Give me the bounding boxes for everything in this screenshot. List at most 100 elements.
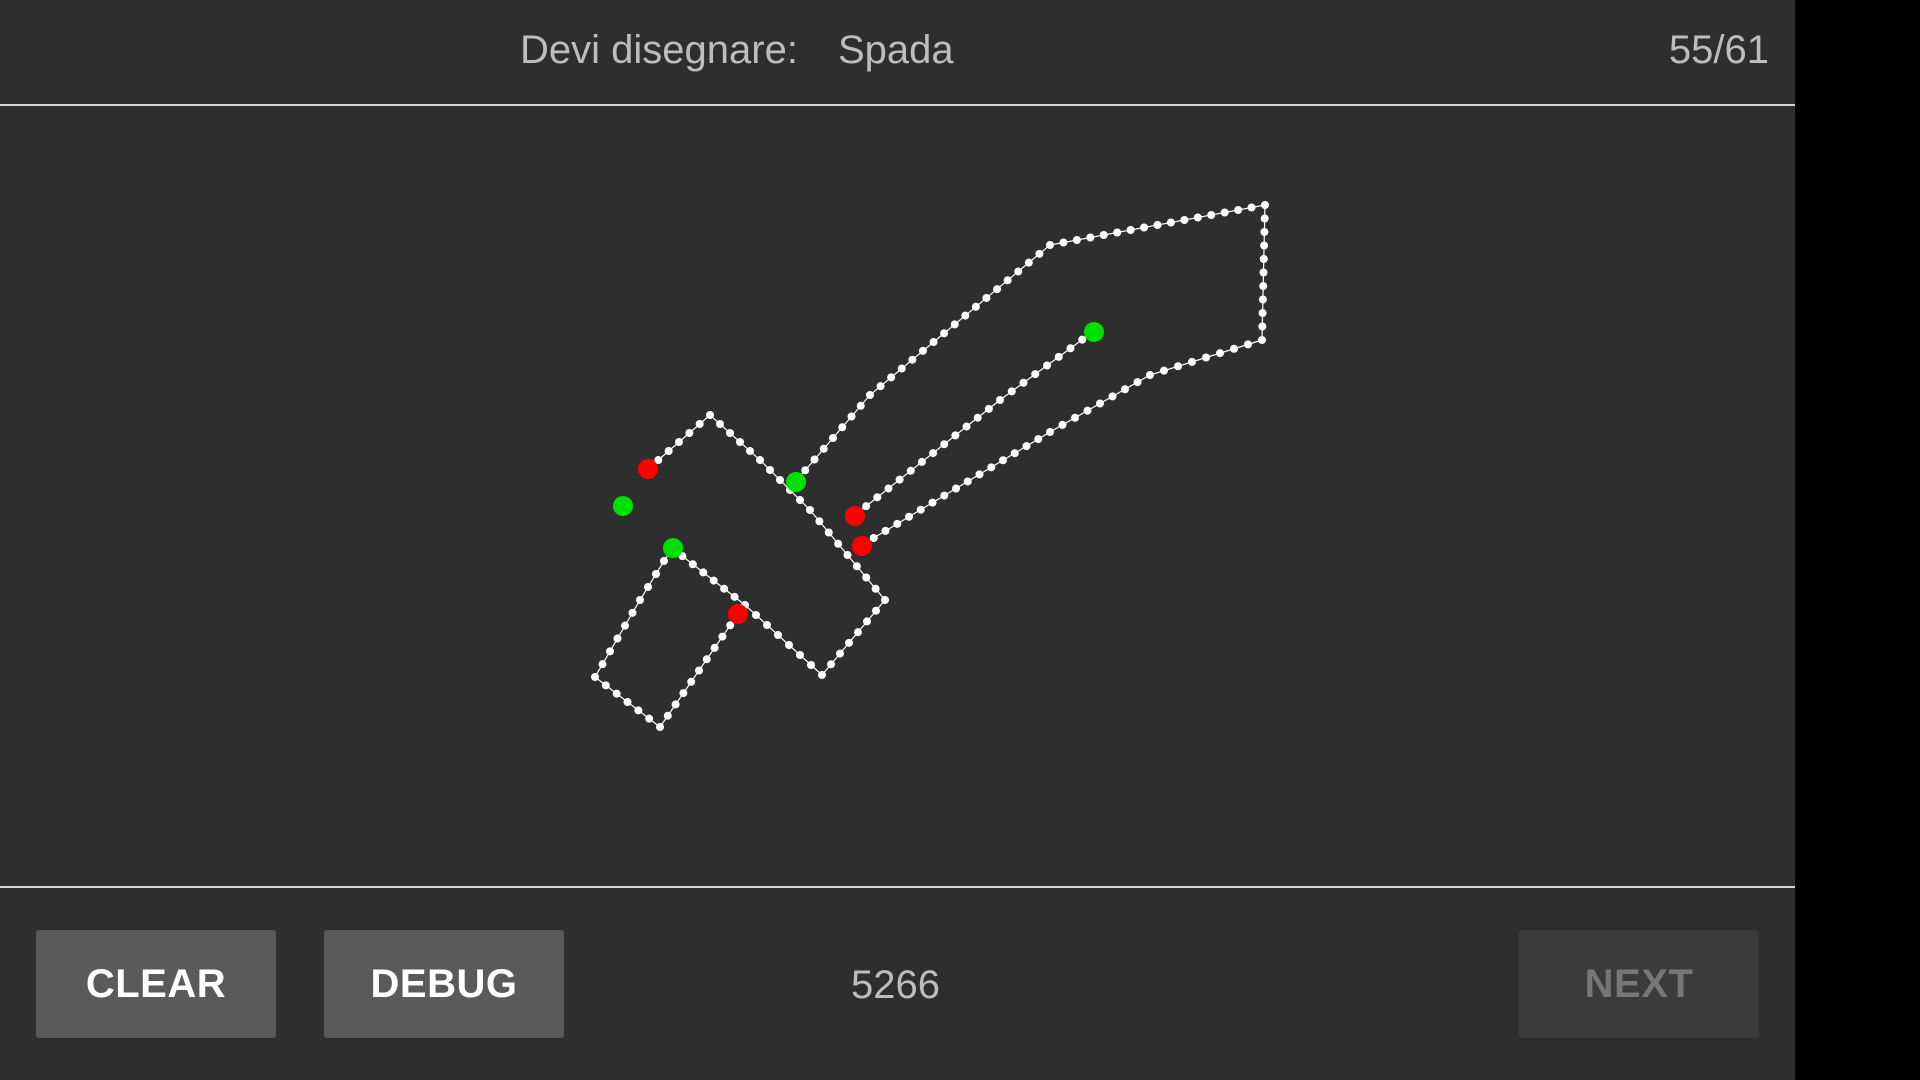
stroke-point [845,638,853,647]
stroke-line [795,204,1266,546]
stroke-point [702,655,711,664]
prompt-word: Spada [838,28,954,72]
stroke-point [872,606,880,615]
stroke-point [999,456,1007,465]
stroke-point [1031,370,1040,379]
stroke-point [598,660,607,669]
stroke-point [951,431,960,440]
stroke-point [1180,216,1189,224]
stroke-point [993,285,1002,294]
stroke-point [847,412,856,421]
stroke-point [1140,223,1149,232]
stroke-point [688,560,697,569]
stroke-point [916,505,925,514]
stroke-point [893,519,902,528]
stroke-point [1014,267,1023,276]
stroke-point [905,512,913,521]
stroke-point [982,293,991,302]
stroke-point [695,666,703,675]
stroke-point [807,661,815,669]
stroke-point [1207,211,1216,219]
stroke-end-marker [638,459,658,479]
stroke-point [810,455,819,464]
clear-button[interactable]: CLEAR [36,930,276,1038]
stroke-point [1174,362,1182,371]
stroke-point [1054,352,1063,361]
stroke-point [1096,399,1104,408]
stroke-point [1234,206,1243,214]
stroke-point [1019,378,1028,387]
sketch-strokes [591,201,1269,731]
stroke-point [819,444,828,453]
stroke-point [1258,295,1267,304]
stroke-point [796,651,804,659]
stroke-point [606,647,614,656]
score-value: 5266 [851,963,940,1007]
stroke-point [736,438,744,446]
stroke-point [746,447,754,455]
header-bar: Devi disegnare: Spada 55/61 [0,0,1795,105]
drawing-canvas[interactable] [0,106,1795,886]
stroke-start-marker [1084,322,1104,342]
stroke-point [671,700,680,709]
stroke-point [940,491,949,500]
stroke-point [1007,387,1016,396]
stroke-point [716,420,724,428]
prompt-label: Devi disegnare: [520,28,798,72]
stroke-point [591,673,599,681]
stroke-point [1034,435,1043,444]
stroke-point [1146,371,1154,379]
stroke-point [1059,238,1068,247]
stroke-point [766,466,774,474]
stroke-point [1260,214,1269,223]
stroke-point [652,570,660,578]
stroke-point [862,573,871,582]
stroke-point [856,401,865,410]
stroke-point [613,634,622,643]
stroke-point [1086,233,1095,242]
stroke-point [824,528,833,537]
stroke-point [929,338,938,347]
stroke-point [730,592,739,601]
stroke-point [1078,335,1087,344]
stroke-point [1261,201,1269,209]
stroke-end-marker [845,506,865,526]
stroke-point [834,539,843,548]
stroke-point [1043,361,1051,370]
stroke-point [663,711,672,720]
debug-button[interactable]: DEBUG [324,930,564,1038]
stroke-point [710,643,719,652]
stroke-start-marker [613,496,633,516]
stroke-point [1046,241,1054,249]
stroke-point [660,557,668,565]
stroke-point [871,584,880,593]
stroke-point [1258,322,1267,331]
stroke-point [1258,309,1267,317]
stroke-point [706,411,714,419]
stroke-point [636,596,644,604]
stroke-point [862,502,871,511]
stroke-point [1230,344,1238,353]
stroke-point [699,568,708,577]
stroke-point [1113,228,1122,237]
stroke-point [1121,385,1129,394]
stroke-point [843,551,852,559]
stroke-point [801,466,810,475]
stroke-point [685,429,694,437]
stroke-point [774,631,782,639]
drawing-app: Devi disegnare: Spada 55/61 CLEAR DEBUG … [0,0,1795,1080]
stroke-point [1153,221,1162,229]
stroke-point [918,346,927,355]
stroke-point [1066,344,1075,353]
stroke-point [1160,366,1168,375]
stroke-point [917,457,926,466]
stroke-point [1216,349,1224,358]
stroke-point [987,463,996,472]
stroke-point [984,404,993,413]
stroke-point [854,628,862,637]
stroke-point [645,714,654,723]
next-button[interactable]: NEXT [1519,930,1759,1038]
stroke-point [895,475,904,484]
stroke-point [827,660,835,669]
stroke-point [644,583,652,591]
